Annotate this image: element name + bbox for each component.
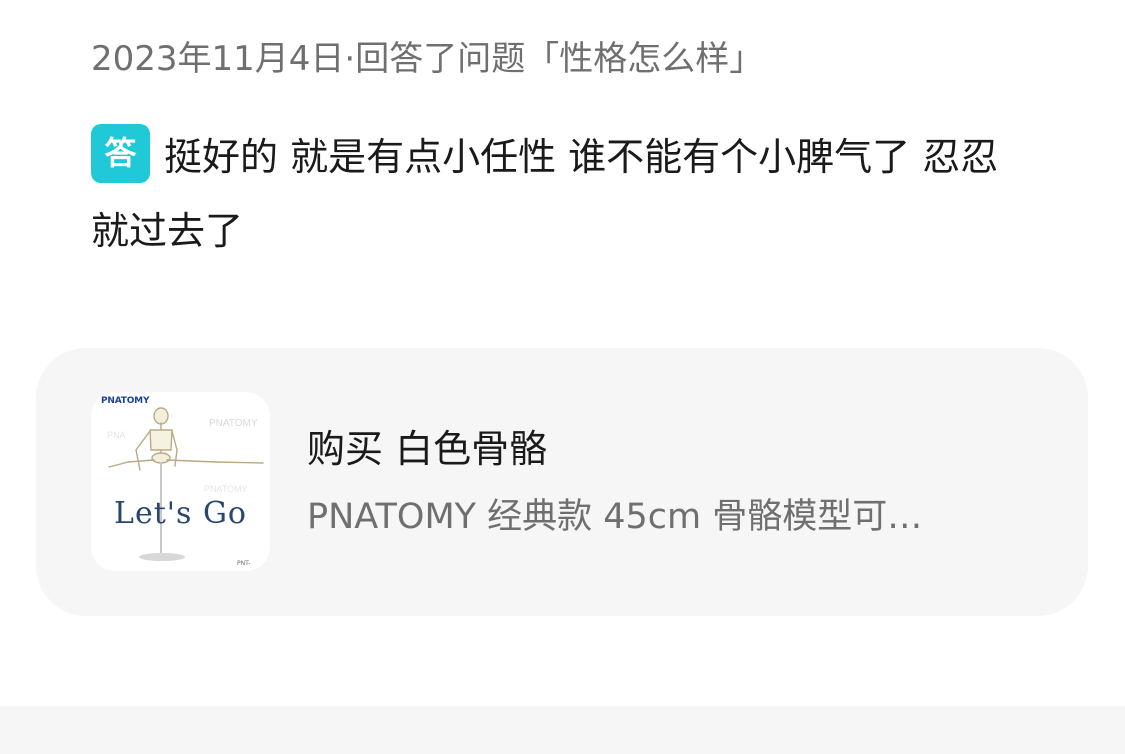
answer-meta: 2023年11月4日·回答了问题「性格怎么样」 [91,39,764,79]
thumbnail-caption: Let's Go [114,496,247,531]
bottom-separator [0,706,1125,754]
answer-text: 挺好的 就是有点小任性 谁不能有个小脾气了 忍忍就过去了 [91,135,999,253]
skeleton-model-illustration: PNATOMY PNA PNATOMY [107,407,264,561]
answer-content[interactable]: 答挺好的 就是有点小任性 谁不能有个小脾气了 忍忍就过去了 [91,120,1011,268]
product-card[interactable]: PNATOMY PNATOMY PNA PNATOMY Let's Go PNT… [36,348,1088,616]
svg-text:PNATOMY: PNATOMY [209,418,258,429]
product-title[interactable]: 购买 白色骨骼 [307,424,547,474]
thumbnail-code: PNT- [237,560,251,567]
svg-text:PNA: PNA [107,430,126,440]
answer-screen: 2023年11月4日·回答了问题「性格怎么样」 答挺好的 就是有点小任性 谁不能… [0,0,1125,754]
svg-text:PNATOMY: PNATOMY [204,484,248,494]
product-thumbnail[interactable]: PNATOMY PNATOMY PNA PNATOMY Let's Go PNT… [91,392,270,571]
answer-badge: 答 [91,124,150,183]
product-subtitle[interactable]: PNATOMY 经典款 45cm 骨骼模型可… [307,494,1027,540]
